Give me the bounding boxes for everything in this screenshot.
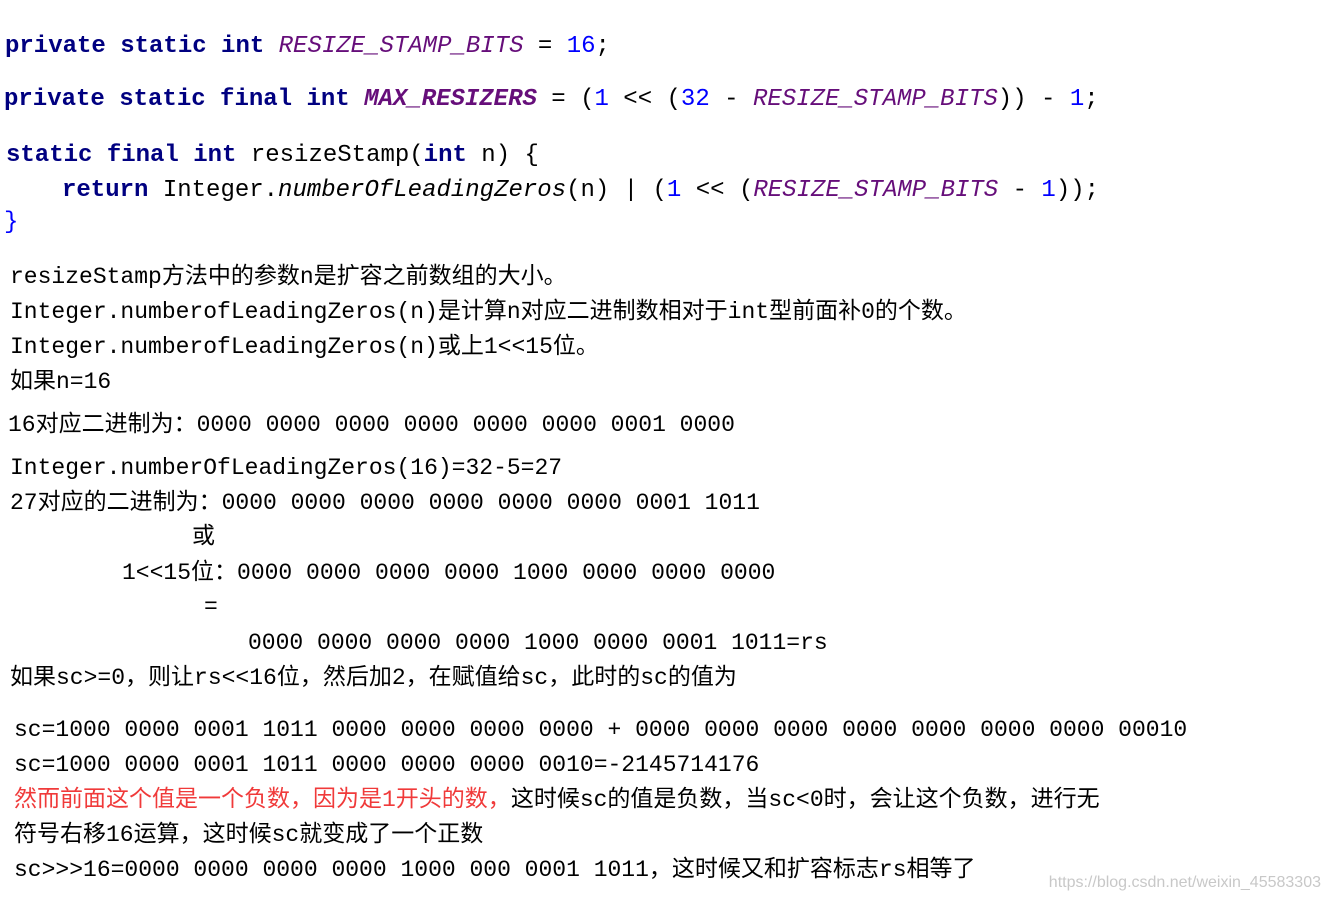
text-line: sc=1000 0000 0001 1011 0000 0000 0000 00… xyxy=(14,717,1188,743)
text-line: 如果sc>=0，则让rs<<16位，然后加2，在赋值给sc，此时的sc的值为 xyxy=(10,665,737,691)
class-name: Integer. xyxy=(162,177,279,204)
number: 1 xyxy=(594,86,609,113)
op: ; xyxy=(1084,86,1099,113)
keyword: return xyxy=(62,177,163,204)
text-line: 如果n=16 xyxy=(10,369,112,395)
number: 1 xyxy=(666,177,682,204)
op: )); xyxy=(1055,177,1100,204)
text-line: 16对应二进制为：0000 0000 0000 0000 0000 0000 0… xyxy=(8,412,735,438)
watermark: https://blog.csdn.net/weixin_45583303 xyxy=(1048,874,1321,891)
text-line: 符号右移16运算，这时候sc就变成了一个正数 xyxy=(14,822,484,848)
constant: RESIZE_STAMP_BITS xyxy=(278,33,524,60)
highlighted-text: 然而前面这个值是一个负数，因为是1开头的数， xyxy=(14,787,511,813)
op: - xyxy=(998,177,1042,204)
op: << ( xyxy=(681,177,754,204)
text-line: = xyxy=(204,594,218,620)
op: - xyxy=(709,86,753,113)
text-line: Integer.numberofLeadingZeros(n)是计算n对应二进制… xyxy=(10,299,967,325)
method-call: numberOfLeadingZeros xyxy=(278,177,567,204)
keyword: static final int xyxy=(6,142,251,169)
op: )) - xyxy=(997,86,1070,113)
number: 1 xyxy=(1041,177,1056,204)
text-line: resizeStamp方法中的参数n是扩容之前数组的大小。 xyxy=(10,264,567,290)
constant: RESIZE_STAMP_BITS xyxy=(753,177,999,204)
code-line-4: return Integer.numberOfLeadingZeros(n) |… xyxy=(62,176,1099,206)
text-line: 1<<15位：0000 0000 0000 0000 1000 0000 000… xyxy=(122,560,776,586)
op: ; xyxy=(595,33,610,60)
params: n) { xyxy=(466,142,539,169)
code-line-5: } xyxy=(4,209,19,236)
keyword: private static final int xyxy=(4,86,365,113)
op: = ( xyxy=(536,86,595,113)
text-line: Integer.numberOfLeadingZeros(16)=32-5=27 xyxy=(10,455,563,481)
text: 这时候sc的值是负数，当sc<0时，会让这个负数，进行无 xyxy=(510,787,1100,813)
code-line-3: static final int resizeStamp(int n) { xyxy=(6,141,539,171)
method-name: resizeStamp( xyxy=(250,142,424,169)
text-line: 然而前面这个值是一个负数，因为是1开头的数，这时候sc的值是负数，当sc<0时，… xyxy=(14,785,1100,815)
code-line-2: private static final int MAX_RESIZERS = … xyxy=(4,85,1099,115)
constant: RESIZE_STAMP_BITS xyxy=(752,86,998,113)
text-line: 或 xyxy=(192,524,215,550)
code-line-1: private static int RESIZE_STAMP_BITS = 1… xyxy=(5,32,610,62)
keyword: private static int xyxy=(5,33,279,60)
text-line: Integer.numberofLeadingZeros(n)或上1<<15位。 xyxy=(10,334,599,360)
text-line: 27对应的二进制为：0000 0000 0000 0000 0000 0000 … xyxy=(10,490,760,516)
op: = xyxy=(523,33,567,60)
text-line: sc=1000 0000 0001 1011 0000 0000 0000 00… xyxy=(14,752,760,778)
text-line: sc>>>16=0000 0000 0000 0000 1000 000 000… xyxy=(14,857,976,883)
number: 16 xyxy=(566,33,596,60)
number: 1 xyxy=(1069,86,1085,113)
constant: MAX_RESIZERS xyxy=(364,86,537,113)
keyword: int xyxy=(423,142,467,169)
op: (n) | ( xyxy=(566,177,667,204)
op: << ( xyxy=(608,86,681,113)
text-line: 0000 0000 0000 0000 1000 0000 0001 1011=… xyxy=(248,630,828,656)
number: 32 xyxy=(680,86,710,113)
